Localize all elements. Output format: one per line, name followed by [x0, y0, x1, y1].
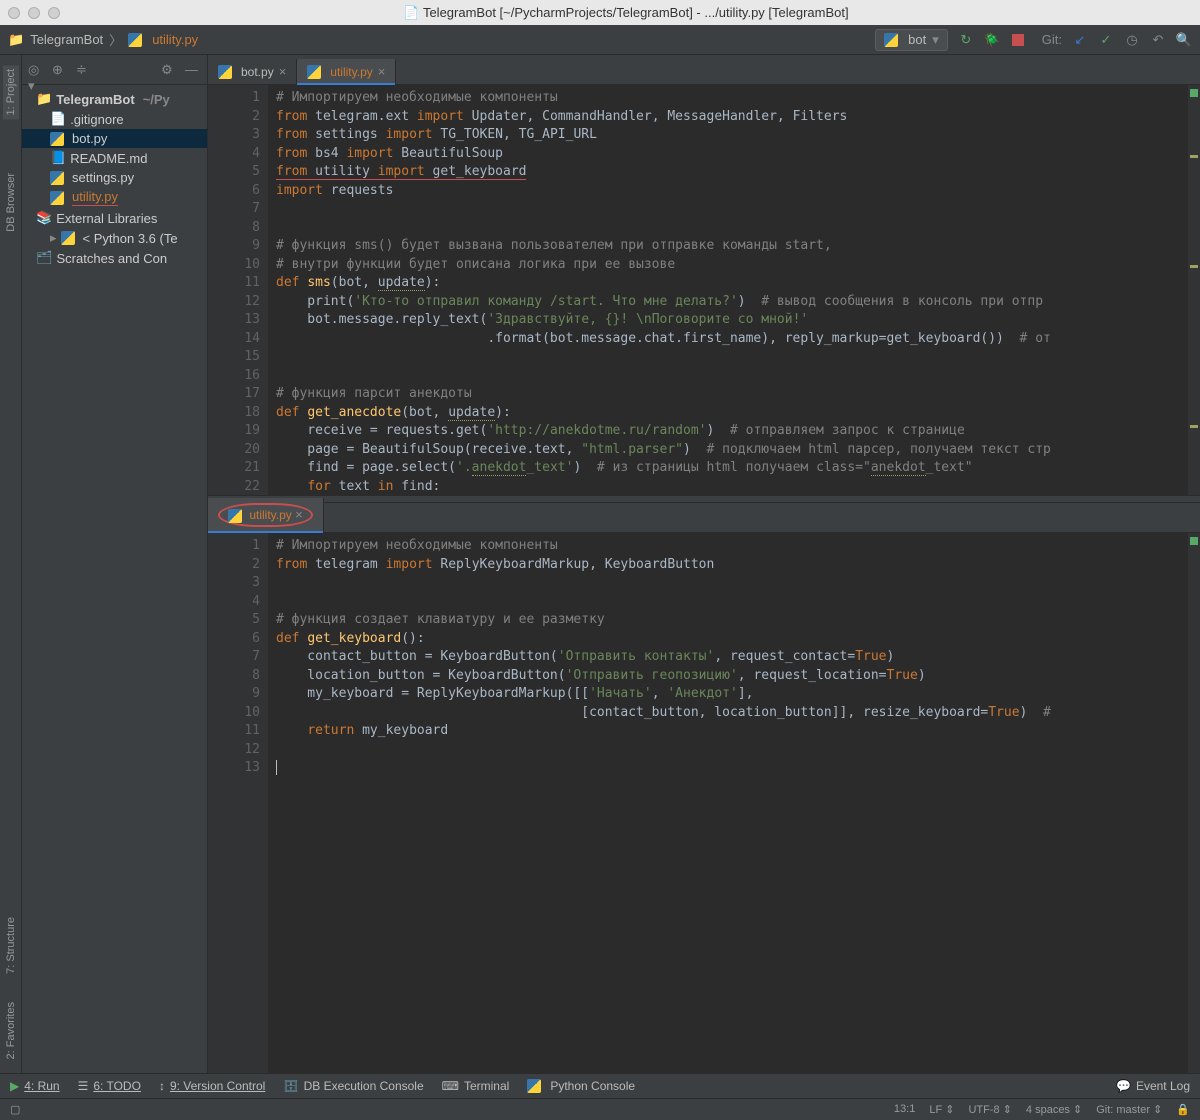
tab-utility-bottom[interactable]: utility.py × [208, 498, 324, 532]
inspection-ok-icon [1190, 89, 1198, 97]
traffic-lights [8, 7, 60, 19]
run-config-label: bot [908, 32, 926, 47]
tab-favorites[interactable]: 2: Favorites [3, 998, 19, 1063]
toolwindow-run[interactable]: ▶4: Run [10, 1079, 60, 1093]
left-toolwindow-bar: 1: Project DB Browser 7: Structure 2: Fa… [0, 55, 22, 1073]
close-icon[interactable]: × [279, 64, 287, 79]
python-file-icon [50, 132, 64, 146]
run-button[interactable]: ↻ [958, 32, 974, 48]
history-icon[interactable]: ◷ [1124, 32, 1140, 48]
toolwindow-pyconsole[interactable]: Python Console [527, 1079, 635, 1093]
toolwindow-vcs[interactable]: ↕9: Version Control [159, 1079, 265, 1093]
tab-bot[interactable]: bot.py × [208, 59, 297, 84]
marker-strip-bottom[interactable] [1188, 533, 1200, 1073]
mac-titlebar: 📄 TelegramBot [~/PycharmProjects/Telegra… [0, 0, 1200, 25]
chevron-down-icon: ▾ [932, 32, 939, 48]
python-file-icon [128, 33, 142, 47]
close-icon[interactable]: × [295, 507, 303, 522]
editor-splitter[interactable] [208, 495, 1200, 503]
scratches-icon: 🗂 [36, 250, 53, 266]
code-top[interactable]: # Импортируем необходимые компоненты fro… [268, 85, 1188, 495]
zoom-window-icon[interactable] [48, 7, 60, 19]
project-tree[interactable]: 📁 TelegramBot ~/Py 📄 .gitignore bot.py 📘… [22, 85, 207, 272]
close-window-icon[interactable] [8, 7, 20, 19]
annotation-circle: utility.py × [218, 503, 313, 527]
status-bar: ▢ 13:1 LF ⇕ UTF-8 ⇕ 4 spaces ⇕ Git: mast… [0, 1098, 1200, 1120]
toolwindow-eventlog[interactable]: 💬Event Log [1116, 1079, 1190, 1093]
collapse-all-icon[interactable]: ≑ [76, 62, 92, 78]
bottom-toolwindow-bar: ▶4: Run ☰6: TODO ↕9: Version Control 🗄DB… [0, 1073, 1200, 1098]
python-icon [61, 231, 75, 245]
sidebar-toolbar: ◎ ▾ ⊕ ≑ ⚙ — [22, 55, 207, 85]
python-icon [884, 33, 898, 47]
breadcrumb-root[interactable]: TelegramBot [30, 32, 103, 47]
editor-top[interactable]: 1234 5678 9101112 13141516 17181920 2122… [208, 85, 1200, 495]
lib-icon: 📚 [36, 210, 52, 226]
git-branch[interactable]: Git: master ⇕ [1096, 1103, 1162, 1116]
inspection-ok-icon [1190, 537, 1198, 545]
python-file-icon [228, 509, 242, 523]
breadcrumb: 📁 TelegramBot 〉 utility.py [8, 30, 198, 49]
python-file-icon [50, 171, 64, 185]
python-file-icon [218, 65, 232, 79]
cursor-position[interactable]: 13:1 [894, 1103, 915, 1116]
minimize-window-icon[interactable] [28, 7, 40, 19]
editor-bottom[interactable]: 1234 5678 9101112 13 # Импортируем необх… [208, 533, 1200, 1073]
editor-tabs-bottom: utility.py × [208, 503, 1200, 533]
tree-file-bot[interactable]: bot.py [22, 129, 207, 148]
tree-file-settings[interactable]: settings.py [22, 168, 207, 187]
gutter-bottom: 1234 5678 9101112 13 [208, 533, 268, 1073]
tab-db-browser[interactable]: DB Browser [3, 169, 19, 236]
indent[interactable]: 4 spaces ⇕ [1026, 1103, 1082, 1116]
python-file-icon [307, 65, 321, 79]
window-title: 📄 TelegramBot [~/PycharmProjects/Telegra… [60, 5, 1192, 21]
stop-button[interactable] [1010, 32, 1026, 48]
git-label: Git: [1042, 32, 1062, 47]
target-icon[interactable]: ◎ ▾ [28, 62, 44, 78]
chevron-right-icon: 〉 [109, 30, 122, 49]
chevron-right-icon: ▸ [50, 230, 57, 246]
vcs-commit-icon[interactable]: ✓ [1098, 32, 1114, 48]
toolwindow-db[interactable]: 🗄DB Execution Console [283, 1079, 423, 1093]
tree-file-readme[interactable]: 📘 README.md [22, 148, 207, 168]
tree-scratches[interactable]: 🗂 Scratches and Con [22, 248, 207, 268]
text-cursor [276, 760, 277, 775]
lock-icon[interactable]: 🔒 [1176, 1103, 1190, 1116]
project-sidebar: ◎ ▾ ⊕ ≑ ⚙ — 📁 TelegramBot ~/Py 📄 .gitign… [22, 55, 208, 1073]
line-ending[interactable]: LF ⇕ [929, 1103, 954, 1116]
tab-project[interactable]: 1: Project [3, 65, 19, 119]
python-file-icon [50, 191, 64, 205]
encoding[interactable]: UTF-8 ⇕ [968, 1103, 1011, 1116]
hide-icon[interactable]: — [185, 62, 201, 78]
tree-file-gitignore[interactable]: 📄 .gitignore [22, 109, 207, 129]
tab-utility[interactable]: utility.py × [297, 59, 396, 84]
toolwindow-todo[interactable]: ☰6: TODO [78, 1079, 141, 1093]
revert-icon[interactable]: ↶ [1150, 32, 1166, 48]
gear-icon[interactable]: ⚙ [161, 62, 177, 78]
code-bottom[interactable]: # Импортируем необходимые компоненты fro… [268, 533, 1188, 1073]
expand-all-icon[interactable]: ⊕ [52, 62, 68, 78]
tree-python-env[interactable]: ▸ < Python 3.6 (Te [22, 228, 207, 248]
gutter-top: 1234 5678 9101112 13141516 17181920 2122 [208, 85, 268, 495]
md-file-icon: 📘 [50, 150, 66, 166]
tab-structure[interactable]: 7: Structure [3, 913, 19, 978]
run-config-selector[interactable]: bot ▾ [875, 29, 948, 51]
search-icon[interactable]: 🔍 [1176, 32, 1192, 48]
close-icon[interactable]: × [378, 64, 386, 79]
breadcrumb-file[interactable]: utility.py [152, 32, 198, 47]
folder-icon: 📁 [36, 91, 52, 107]
vcs-update-icon[interactable]: ↙ [1072, 32, 1088, 48]
marker-strip-top[interactable] [1188, 85, 1200, 495]
debug-button[interactable]: 🪲 [984, 32, 1000, 48]
main-toolbar: 📁 TelegramBot 〉 utility.py bot ▾ ↻ 🪲 Git… [0, 25, 1200, 55]
tree-file-utility[interactable]: utility.py [22, 187, 207, 208]
python-icon [527, 1079, 541, 1093]
folder-icon: 📁 [8, 32, 24, 48]
tree-external-libs[interactable]: 📚 External Libraries [22, 208, 207, 228]
tree-root[interactable]: 📁 TelegramBot ~/Py [22, 89, 207, 109]
toolwindows-icon[interactable]: ▢ [10, 1103, 20, 1116]
file-icon: 📄 [50, 111, 66, 127]
editor-tabs-top: bot.py × utility.py × [208, 55, 1200, 85]
toolwindow-terminal[interactable]: ⌨Terminal [442, 1079, 510, 1093]
